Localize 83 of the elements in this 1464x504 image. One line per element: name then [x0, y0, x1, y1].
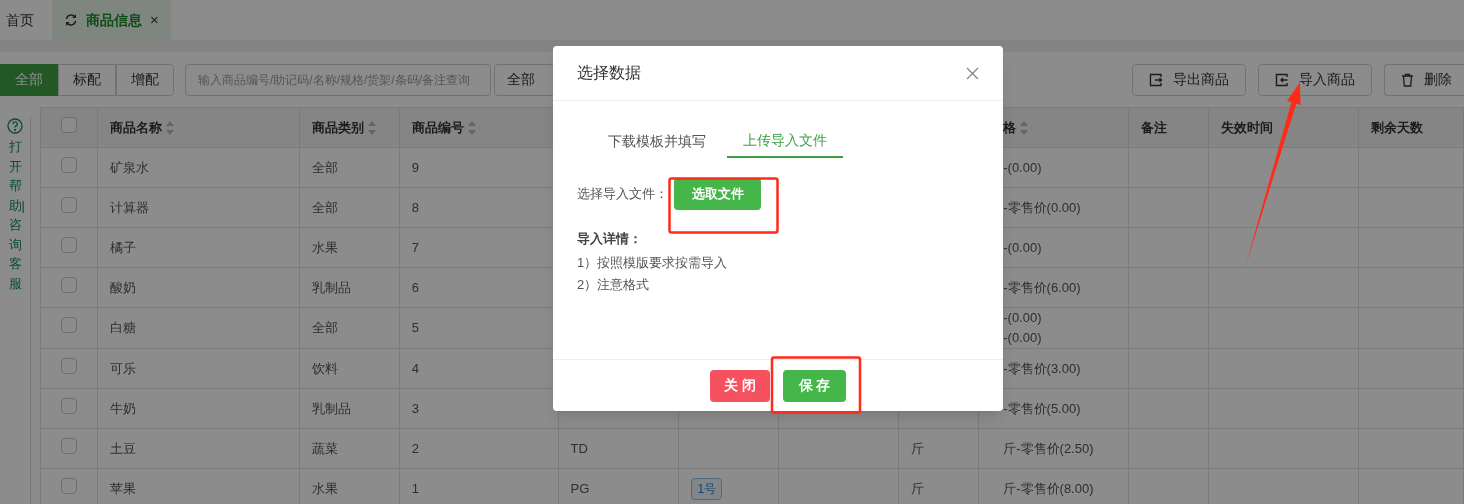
page-tab[interactable]: 商品信息 × [52, 0, 171, 40]
table-cell: PG [570, 480, 590, 496]
table-cell: 苹果 [109, 480, 136, 496]
refresh-icon [64, 13, 78, 27]
table-cell: 可乐 [109, 360, 136, 376]
checkbox[interactable] [60, 156, 77, 173]
price-text: -零售价(3.00) [1003, 359, 1082, 378]
table-cell: 乳制品 [311, 279, 351, 295]
table-cell: 斤 [911, 440, 925, 456]
table-cell: 2 [411, 440, 419, 456]
table-cell: 7 [411, 239, 419, 255]
dialog-title: 选择数据 [577, 63, 641, 83]
table-cell: 6 [411, 279, 419, 295]
table-cell: 9 [411, 159, 419, 175]
price-text: 斤-零售价(2.50) [1003, 439, 1095, 458]
price-text: 斤-零售价(8.00) [1003, 479, 1095, 498]
table-cell: 计算器 [109, 199, 149, 215]
table-cell: TD [570, 440, 588, 456]
table-cell: 斤 [911, 480, 925, 496]
price-text: -零售价(0.00) [1003, 198, 1082, 217]
column-header: 失效时间 [1221, 118, 1274, 137]
table-cell: 饮料 [311, 360, 338, 376]
column-header: 剩余天数 [1371, 118, 1423, 137]
price-text: -零售价(6.00) [1003, 278, 1082, 297]
table-cell: 3 [411, 400, 419, 416]
table-cell: 矿泉水 [109, 159, 149, 175]
table-cell: 全部 [311, 320, 338, 336]
shelf-tag: 1号 [691, 477, 723, 500]
table-cell: 1 [411, 480, 419, 496]
filter-button[interactable]: 标配 [58, 63, 116, 96]
price-text: -零售价(5.00) [1003, 399, 1082, 418]
table-cell: 蔬菜 [311, 440, 338, 456]
table-cell: 水果 [311, 480, 338, 496]
detail-item: 2）注意格式 [577, 275, 651, 293]
table-cell: 5 [411, 320, 419, 336]
table-cell: 全部 [311, 199, 338, 215]
help-icon [7, 118, 23, 134]
price-text: -(0.00) [1003, 329, 1043, 347]
price-text: -(0.00) [1003, 309, 1043, 327]
toolbar-button[interactable]: 导入商品 [1258, 63, 1372, 96]
column-header: 格 [1003, 118, 1017, 137]
close-tab-glyph[interactable]: × [150, 8, 159, 32]
column-header: 商品编号 [411, 118, 464, 137]
checkbox[interactable] [60, 236, 77, 253]
column-header: 备注 [1141, 118, 1168, 137]
close-icon[interactable] [966, 66, 979, 80]
table-cell: 橘子 [109, 239, 136, 255]
export-icon [1149, 72, 1163, 87]
table-cell: 白糖 [109, 320, 136, 336]
trash-icon [1401, 72, 1414, 87]
details-heading: 导入详情： [577, 230, 643, 248]
dialog-tab[interactable]: 下载模板并填写 [593, 124, 721, 158]
table-cell: 8 [411, 199, 419, 215]
table-cell: 酸奶 [109, 279, 136, 295]
filter-button[interactable]: 增配 [116, 63, 174, 96]
toolbar-button[interactable]: 导出商品 [1132, 63, 1246, 96]
checkbox[interactable] [60, 477, 77, 494]
help-link[interactable]: 打开帮助|咨询客服 [8, 137, 22, 293]
checkbox[interactable] [60, 317, 77, 334]
price-text: -(0.00) [1003, 238, 1043, 257]
checkbox[interactable] [60, 116, 77, 133]
checkbox[interactable] [60, 397, 77, 414]
table-cell: 土豆 [109, 440, 136, 456]
checkbox[interactable] [60, 276, 77, 293]
table-cell: 牛奶 [109, 400, 136, 416]
import-icon [1275, 72, 1289, 87]
table-cell: 4 [411, 360, 419, 376]
table-cell: 全部 [311, 159, 338, 175]
price-text: -(0.00) [1003, 158, 1043, 177]
detail-item: 1）按照模版要求按需导入 [577, 253, 729, 271]
filter-button[interactable]: 全部 [0, 63, 58, 96]
table-cell: 水果 [311, 239, 338, 255]
close-button[interactable]: 关 闭 [710, 369, 770, 402]
toolbar-button[interactable]: 删除 [1384, 63, 1464, 96]
page-tab[interactable]: 首页 [0, 0, 40, 40]
field-label: 选择导入文件： [577, 185, 668, 204]
dialog-tab[interactable]: 上传导入文件 [727, 124, 843, 158]
checkbox[interactable] [60, 357, 77, 374]
checkbox[interactable] [60, 437, 77, 454]
column-header: 商品名称 [109, 118, 162, 137]
checkbox[interactable] [60, 196, 77, 213]
column-header: 商品类别 [311, 118, 364, 137]
table-cell: 乳制品 [311, 400, 351, 416]
